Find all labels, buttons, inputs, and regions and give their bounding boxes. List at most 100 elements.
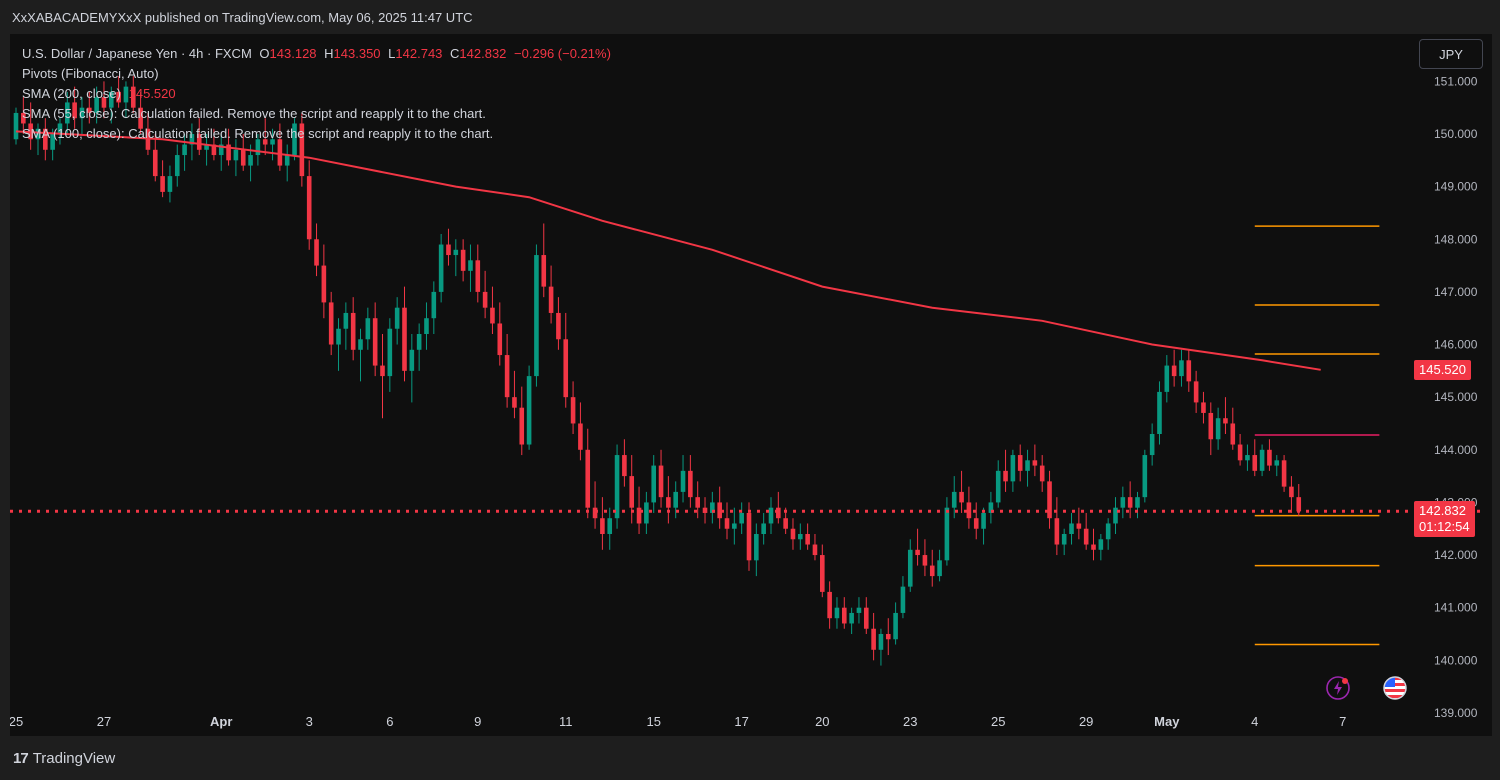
candle-body	[1061, 534, 1067, 545]
candle-body	[1142, 455, 1148, 498]
legend-pivots[interactable]: Pivots (Fibonacci, Auto)	[22, 64, 611, 84]
candle-body	[1164, 365, 1170, 392]
candle-body	[695, 497, 700, 508]
x-tick-label: May	[1154, 714, 1180, 729]
candle-body	[1010, 455, 1016, 482]
y-tick-label: 144.000	[1434, 443, 1478, 457]
candle-body	[907, 549, 913, 587]
candle-body	[314, 239, 319, 266]
legend-sma100[interactable]: SMA (100, close): Calculation failed. Re…	[22, 124, 611, 144]
bar-countdown: 01:12:54	[1419, 519, 1470, 535]
legend-change: −0.296 (−0.21%)	[514, 46, 611, 61]
candle-body	[893, 612, 898, 640]
candle-body	[1054, 518, 1060, 545]
candle-body	[424, 318, 429, 334]
candle-body	[959, 491, 964, 503]
x-tick-label: 17	[734, 714, 748, 729]
publisher-line: XxXABACADEMYXxX published on TradingView…	[12, 10, 473, 25]
currency-button[interactable]: JPY	[1419, 39, 1483, 69]
x-tick-label: 9	[474, 714, 481, 729]
tradingview-logo[interactable]: 17 TradingView	[13, 750, 115, 767]
candle-body	[233, 149, 239, 161]
candle-body	[790, 528, 796, 540]
x-tick-label: 6	[386, 714, 393, 729]
candle-body	[607, 518, 613, 534]
candle-body	[1245, 455, 1250, 461]
candle-body	[1274, 460, 1280, 466]
candle-body	[446, 244, 451, 256]
candle-body	[1069, 523, 1074, 534]
x-tick-label: 3	[306, 714, 313, 729]
legend-symbol-row: U.S. Dollar / Japanese Yen · 4h · FXCM O…	[22, 44, 611, 64]
candle-body	[666, 497, 671, 508]
candle-body	[614, 455, 620, 519]
candle-body	[995, 470, 1001, 503]
candle-body	[680, 470, 686, 492]
y-tick-label: 151.000	[1434, 74, 1478, 88]
candle-body	[350, 312, 356, 350]
candle-body	[981, 512, 986, 529]
candle-body	[768, 507, 774, 524]
candle-body	[592, 507, 598, 519]
candle-body	[504, 355, 510, 398]
candle-body	[878, 634, 884, 650]
candle-body	[306, 176, 312, 240]
candle-body	[1281, 460, 1287, 487]
candle-body	[1215, 418, 1221, 440]
candle-body	[512, 397, 517, 408]
candle-body	[167, 176, 173, 192]
candle-body	[240, 149, 246, 166]
legend-sma200-row[interactable]: SMA (200, close) 145.520	[22, 84, 611, 104]
x-tick-label: 20	[815, 714, 829, 729]
legend-close: 142.832	[459, 46, 507, 61]
candle-body	[174, 155, 180, 177]
candle-body	[929, 565, 935, 577]
candle-body	[548, 286, 554, 313]
candle-body	[387, 328, 393, 377]
last-price-badge: 142.832 01:12:54	[1414, 501, 1475, 538]
candle-body	[951, 491, 957, 508]
chart-legend: U.S. Dollar / Japanese Yen · 4h · FXCM O…	[22, 44, 611, 144]
footer: 17 TradingView	[0, 740, 1500, 780]
candle-body	[365, 318, 371, 340]
candle-body	[732, 523, 737, 529]
candle-body	[776, 507, 781, 519]
candle-body	[1171, 365, 1177, 377]
candle-body	[1127, 497, 1133, 508]
y-tick-label: 146.000	[1434, 338, 1478, 352]
candle-body	[849, 612, 854, 624]
sma-price-badge: 145.520	[1414, 359, 1471, 380]
candle-body	[746, 512, 752, 561]
candle-body	[497, 323, 503, 356]
x-tick-label: 29	[1079, 714, 1093, 729]
candle-body	[1237, 444, 1243, 461]
us-flag-icon[interactable]	[1382, 675, 1408, 701]
candle-body	[1039, 465, 1045, 482]
candle-body	[1003, 470, 1008, 482]
last-price-value: 142.832	[1419, 503, 1466, 519]
candle-body	[556, 312, 561, 340]
y-tick-label: 142.000	[1434, 548, 1478, 562]
legend-symbol[interactable]: U.S. Dollar / Japanese Yen · 4h · FXCM	[22, 46, 252, 61]
candle-body	[973, 518, 979, 529]
lightning-icon[interactable]	[1325, 675, 1351, 701]
sma200-line	[15, 130, 1321, 371]
y-tick-label: 148.000	[1434, 232, 1478, 246]
y-tick-label: 139.000	[1434, 706, 1478, 720]
legend-open-label: O	[259, 46, 270, 61]
candle-body	[409, 349, 415, 371]
x-tick-label: 4	[1251, 714, 1258, 729]
candle-body	[534, 255, 539, 377]
candle-body	[372, 318, 378, 366]
legend-sma55[interactable]: SMA (55, close): Calculation failed. Rem…	[22, 104, 611, 124]
candle-body	[1296, 497, 1302, 512]
candle-body	[724, 518, 730, 529]
candle-body	[761, 523, 766, 534]
candle-body	[1105, 523, 1111, 540]
candle-body	[1076, 523, 1082, 529]
candle-body	[160, 176, 165, 192]
candle-body	[1193, 381, 1199, 403]
candle-body	[834, 607, 840, 619]
candle-body	[182, 144, 187, 156]
candle-body	[798, 534, 803, 540]
